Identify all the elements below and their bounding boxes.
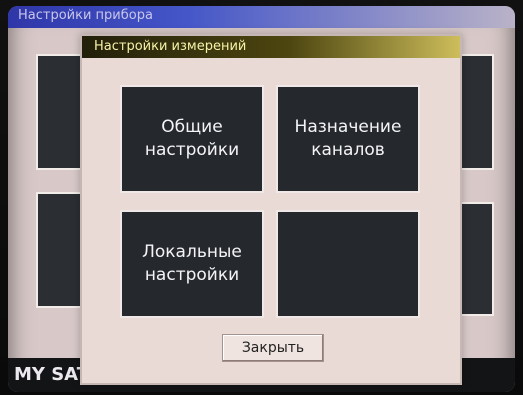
- channel-assignment-button[interactable]: Назначение каналов: [276, 85, 420, 193]
- device-screen: Настройки прибора MY SATEC_ Настройки из…: [8, 6, 515, 392]
- measurement-settings-dialog: Настройки измерений Общие настройки Назн…: [80, 34, 462, 385]
- general-settings-button[interactable]: Общие настройки: [120, 85, 264, 193]
- background-window-titlebar: Настройки прибора: [8, 6, 515, 28]
- local-settings-button[interactable]: Локальные настройки: [120, 210, 264, 318]
- dialog-titlebar: Настройки измерений: [82, 36, 460, 58]
- device-frame: Настройки прибора MY SATEC_ Настройки из…: [0, 0, 523, 395]
- dialog-title: Настройки измерений: [94, 39, 247, 54]
- close-button[interactable]: Закрыть: [222, 334, 324, 362]
- background-window-title: Настройки прибора: [18, 8, 153, 23]
- empty-tile-button[interactable]: [276, 210, 420, 318]
